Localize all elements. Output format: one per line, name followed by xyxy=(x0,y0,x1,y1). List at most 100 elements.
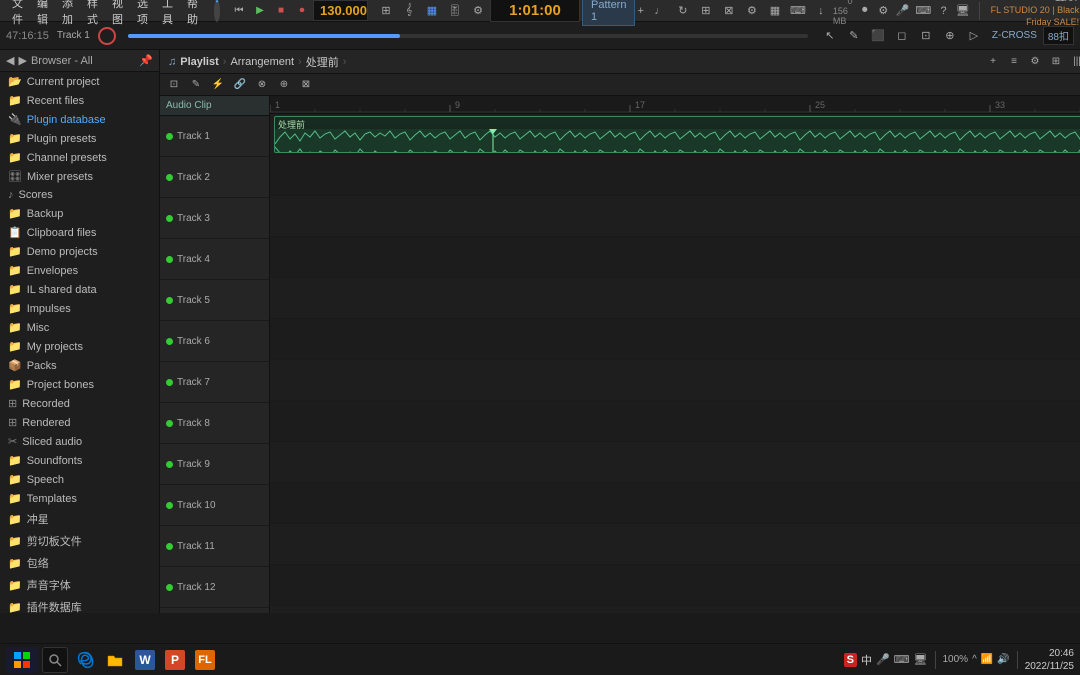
zoom-tool[interactable]: ⊕ xyxy=(940,26,960,46)
track-row[interactable]: Track 6 xyxy=(160,321,269,362)
snap-value[interactable]: 88扣 xyxy=(1043,26,1074,45)
sidebar-forward-icon[interactable]: ▶ xyxy=(18,54,26,67)
sidebar-item-rendered[interactable]: ⊞ Rendered xyxy=(0,413,159,432)
question-icon[interactable]: ? xyxy=(937,1,950,21)
track-row[interactable]: Track 4 xyxy=(160,239,269,280)
chevron-up-icon[interactable]: ^ xyxy=(972,654,977,665)
tool-snap[interactable]: ⊠ xyxy=(296,75,316,95)
audio-clip-1[interactable]: 处理前 // This will be rendered via inline … xyxy=(274,116,1080,153)
track-settings-icon[interactable]: ⚙ xyxy=(1026,53,1044,71)
sidebar-item-recent-files[interactable]: 📁 Recent files xyxy=(0,91,159,110)
pattern-button[interactable]: Pattern 1 xyxy=(582,0,635,26)
metronome-icon[interactable]: ♩ xyxy=(650,1,670,21)
ime-status[interactable]: 中 xyxy=(861,652,872,668)
arrow-down-icon[interactable]: ↓ xyxy=(811,1,831,21)
volume-icon[interactable]: 🔊 xyxy=(997,654,1009,665)
sidebar-item-bao-luo[interactable]: 📁 包络 xyxy=(0,552,159,574)
play-button[interactable]: ▶ xyxy=(251,2,269,20)
sidebar-item-templates[interactable]: 📁 Templates xyxy=(0,489,159,508)
tool-draw[interactable]: ✎ xyxy=(186,75,206,95)
sidebar-item-plugin-presets[interactable]: 📁 Plugin presets xyxy=(0,129,159,148)
mic-status[interactable]: 🎤 xyxy=(876,653,890,666)
menu-file[interactable]: 文件 xyxy=(6,0,29,29)
sidebar-item-chong-xing[interactable]: 📁 冲星 xyxy=(0,508,159,530)
tool-mute[interactable]: ⊗ xyxy=(252,75,272,95)
cursor-tool[interactable]: ↖ xyxy=(820,26,840,46)
track-cols-icon[interactable]: ||| xyxy=(1068,53,1080,71)
sidebar-item-backup[interactable]: 📁 Backup xyxy=(0,204,159,223)
track-row[interactable]: Track 9 xyxy=(160,444,269,485)
search-button[interactable] xyxy=(42,647,68,673)
keyboard-status[interactable]: ⌨ xyxy=(894,653,910,666)
sidebar-item-recorded[interactable]: ⊞ Recorded xyxy=(0,394,159,413)
sidebar-pin-icon[interactable]: 📌 xyxy=(139,54,153,67)
sidebar-item-misc[interactable]: 📁 Misc xyxy=(0,318,159,337)
sidebar-back-icon[interactable]: ◀ xyxy=(6,54,14,67)
keyboard2-icon[interactable]: ⌨ xyxy=(915,1,931,21)
menu-edit[interactable]: 编辑 xyxy=(31,0,54,29)
tool-knife[interactable]: ⚡ xyxy=(208,75,228,95)
zoom-slider[interactable] xyxy=(128,34,808,38)
sidebar-item-plugin-db-cn[interactable]: 📁 插件数据库 xyxy=(0,596,159,613)
sidebar-item-mixer-presets[interactable]: 🎛 Mixer presets xyxy=(0,167,159,186)
stop-button[interactable]: ■ xyxy=(272,2,290,20)
tool-link[interactable]: 🔗 xyxy=(230,75,250,95)
track-row[interactable]: Track 12 xyxy=(160,567,269,608)
track-row[interactable]: Track 2 xyxy=(160,157,269,198)
draw-tool[interactable]: ✎ xyxy=(844,26,864,46)
start-button[interactable] xyxy=(6,647,38,673)
menu-add[interactable]: 添加 xyxy=(56,0,79,29)
sidebar-item-demo-projects[interactable]: 📁 Demo projects xyxy=(0,242,159,261)
sidebar-scroll[interactable]: 📂 Current project 📁 Recent files 🔌 Plugi… xyxy=(0,72,159,613)
track-lane-13[interactable] xyxy=(270,606,1080,613)
settings2-icon[interactable]: ⚙ xyxy=(877,1,890,21)
rewind-button[interactable]: ⏮ xyxy=(230,2,248,20)
record-cpu-icon[interactable]: ⏺ xyxy=(858,1,871,21)
playlist-icon[interactable]: ▦ xyxy=(422,1,442,21)
track-lane-1[interactable]: 处理前 // This will be rendered via inline … xyxy=(270,114,1080,155)
bpm-display[interactable]: 130.000 xyxy=(313,0,368,21)
mic-icon[interactable]: 🎤 xyxy=(896,1,910,21)
menu-style[interactable]: 样式 xyxy=(81,0,104,29)
sidebar-item-sound-font-cn[interactable]: 📁 声音字体 xyxy=(0,574,159,596)
tool-zoom[interactable]: ⊕ xyxy=(274,75,294,95)
sidebar-item-my-projects[interactable]: 📁 My projects xyxy=(0,337,159,356)
step-sequencer-icon[interactable]: ⊞ xyxy=(376,1,396,21)
sidebar-item-clipboard-files[interactable]: 📋 Clipboard files xyxy=(0,223,159,242)
sidebar-item-channel-presets[interactable]: 📁 Channel presets xyxy=(0,148,159,167)
track-row[interactable]: Track 8 xyxy=(160,403,269,444)
settings-icon[interactable]: ⚙ xyxy=(742,1,762,21)
track-lane-2[interactable] xyxy=(270,155,1080,196)
track-row[interactable]: Track 7 xyxy=(160,362,269,403)
sidebar-item-speech[interactable]: 📁 Speech xyxy=(0,470,159,489)
menu-tools[interactable]: 工具 xyxy=(156,0,179,29)
piano-roll-icon[interactable]: 𝄞 xyxy=(399,1,419,21)
sidebar-item-soundfonts[interactable]: 📁 Soundfonts xyxy=(0,451,159,470)
sidebar-item-envelopes[interactable]: 📁 Envelopes xyxy=(0,261,159,280)
grid-icon[interactable]: ⊞ xyxy=(696,1,716,21)
sidebar-item-impulses[interactable]: 📁 Impulses xyxy=(0,299,159,318)
track-row[interactable]: Track 11 xyxy=(160,526,269,567)
track-row[interactable]: Track 10 xyxy=(160,485,269,526)
track-lane-6[interactable] xyxy=(270,319,1080,360)
taskbar-fl[interactable]: FL xyxy=(192,647,218,673)
sidebar-item-current-project[interactable]: 📂 Current project xyxy=(0,72,159,91)
track-lane-4[interactable] xyxy=(270,237,1080,278)
track-menu-button[interactable]: ≡ xyxy=(1005,53,1023,71)
track-row[interactable]: Track 3 xyxy=(160,198,269,239)
add-track-button[interactable]: + xyxy=(984,53,1002,71)
add-pattern-icon[interactable]: + xyxy=(637,1,643,21)
sidebar-item-sliced-audio[interactable]: ✂ Sliced audio xyxy=(0,432,159,451)
track-row[interactable]: Track 1 xyxy=(160,116,269,157)
track-lane-9[interactable] xyxy=(270,442,1080,483)
paint-tool[interactable]: ⬛ xyxy=(868,26,888,46)
track-grid-icon[interactable]: ⊞ xyxy=(1047,53,1065,71)
track-lane-5[interactable] xyxy=(270,278,1080,319)
track-lane-10[interactable] xyxy=(270,483,1080,524)
track-lane-7[interactable] xyxy=(270,360,1080,401)
sidebar-item-plugin-database[interactable]: 🔌 Plugin database xyxy=(0,110,159,129)
menu-options[interactable]: 选项 xyxy=(131,0,154,29)
timeline-area[interactable]: 1 9 17 25 33 49 xyxy=(270,96,1080,613)
ime-icon[interactable]: S xyxy=(844,653,857,667)
system-clock[interactable]: 20:46 2022/11/25 xyxy=(1025,647,1074,673)
